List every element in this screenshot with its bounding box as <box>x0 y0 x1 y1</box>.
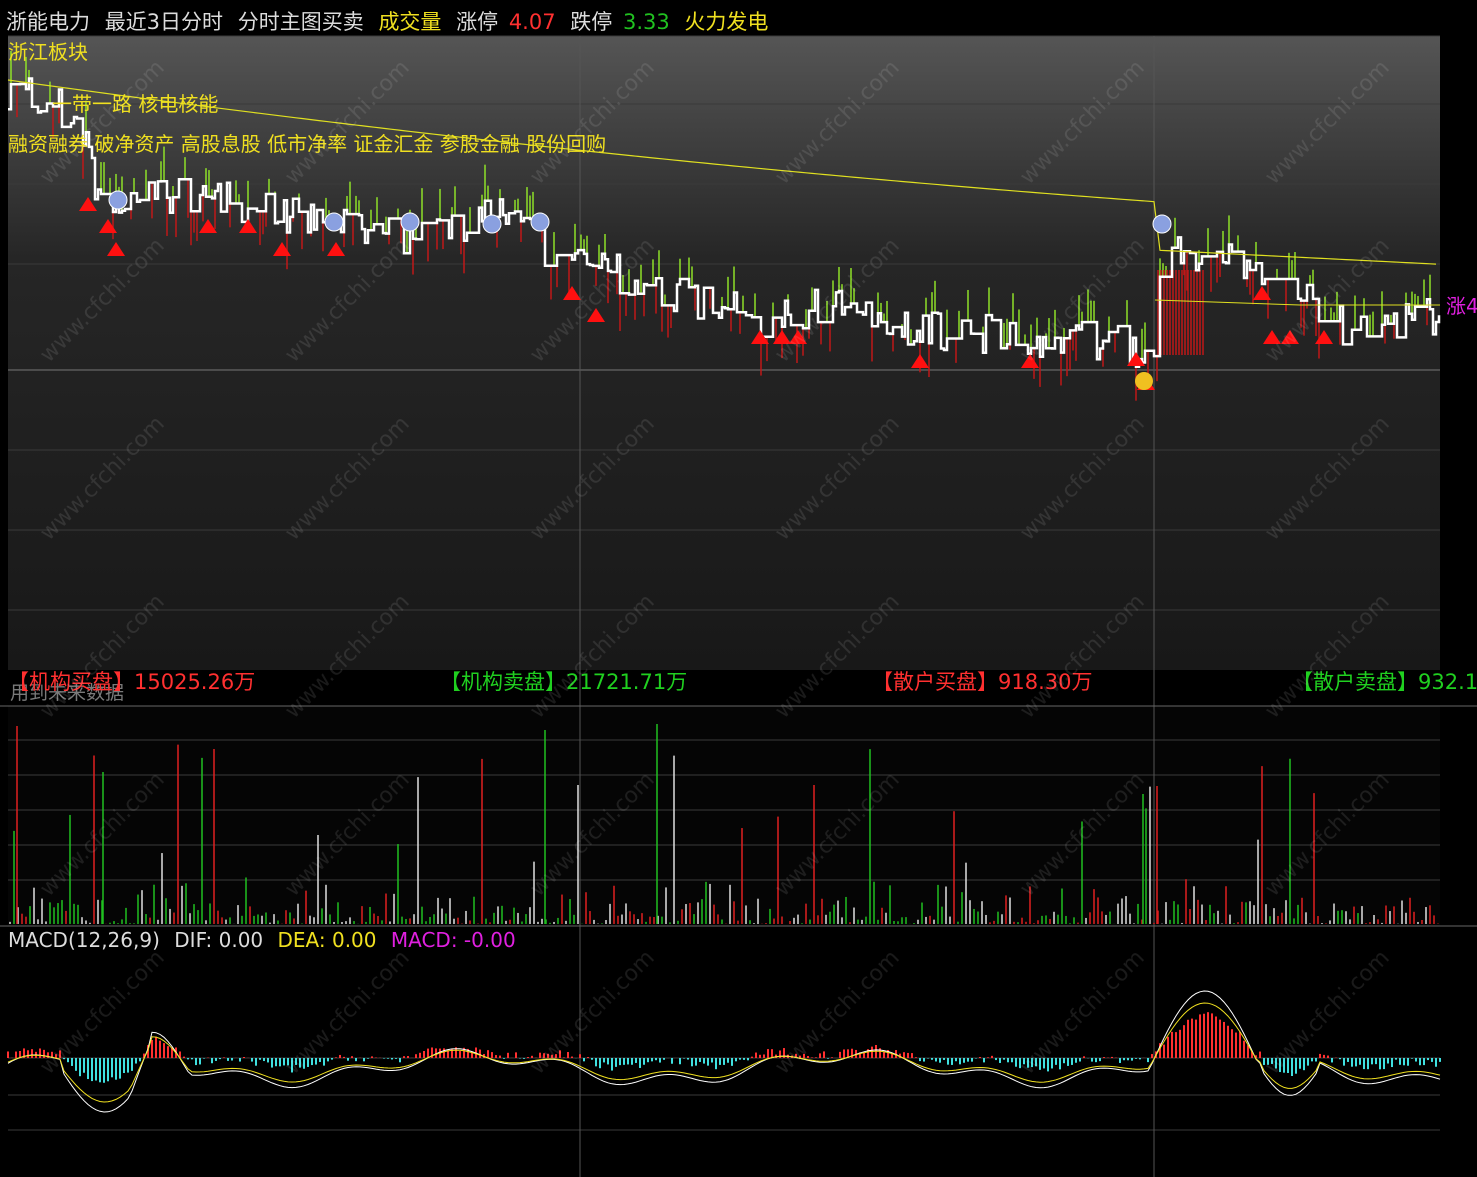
sell-signal-icon <box>108 190 128 210</box>
tag-concepts-1: 一带一路 核电核能 <box>52 92 219 116</box>
tag-concepts-2: 融资融券 破净资产 高股息股 低市净率 证金汇金 参股金融 股份回购 <box>8 132 607 156</box>
retail-buy-label: 【散户买盘】918.30万 <box>872 670 1093 694</box>
dea-line <box>7 1002 1441 1103</box>
macd-dea: DEA: 0.00 <box>277 928 377 952</box>
macd-header: MACD(12,26,9) DIF: 0.00 DEA: 0.00 MACD: … <box>8 928 524 952</box>
side-limit-label: 涨4 <box>1446 294 1477 318</box>
inst-buy-label: 【机构买盘】15025.26万 <box>8 670 256 694</box>
sell-signal-icon <box>400 212 420 232</box>
macd-params: MACD(12,26,9) <box>8 928 160 952</box>
sad-face-icon <box>1152 214 1172 234</box>
dif-line <box>7 990 1441 1113</box>
sell-signal-icon <box>530 212 550 232</box>
sell-signal-icon <box>324 212 344 232</box>
retail-sell-label: 【散户卖盘】932.1 <box>1292 670 1477 694</box>
volume-panel-bg <box>8 706 1440 926</box>
tag-region: 浙江板块 <box>8 40 88 64</box>
sell-signal-icon <box>482 214 502 234</box>
macd-value: MACD: -0.00 <box>390 928 516 952</box>
macd-dif: DIF: 0.00 <box>174 928 264 952</box>
inst-sell-label: 【机构卖盘】21721.71万 <box>440 670 688 694</box>
chart-canvas[interactable] <box>0 0 1477 1177</box>
smile-face-icon <box>1135 372 1153 390</box>
